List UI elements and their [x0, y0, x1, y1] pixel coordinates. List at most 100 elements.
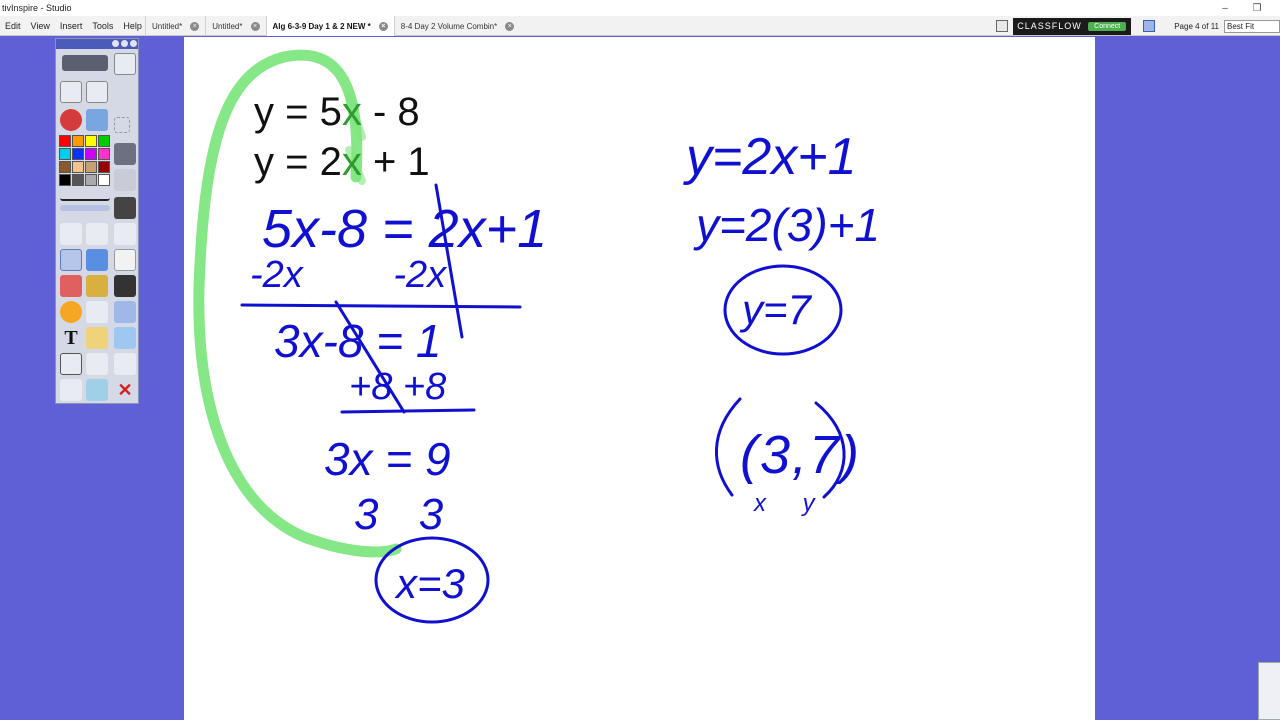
width-slider[interactable]: [60, 205, 110, 211]
share-icon[interactable]: [62, 55, 108, 71]
tab-label: 8-4 Day 2 Volume Combin*: [400, 21, 498, 31]
text-tool-icon[interactable]: T: [60, 327, 82, 349]
clipboard-icon[interactable]: [114, 327, 136, 349]
color-darkred-swatch[interactable]: [98, 161, 110, 173]
pen-width-selector[interactable]: [60, 193, 110, 201]
connect-button[interactable]: Connect: [1088, 21, 1127, 31]
eq1-right: - 8: [361, 90, 420, 134]
flipchart-icon[interactable]: [60, 81, 82, 103]
undo-icon[interactable]: [86, 353, 108, 375]
flipchart-page[interactable]: 5x-8 = 2x+1 -2x -2x 3x-8 = 1 +8 +8 3x = …: [184, 37, 1095, 720]
color-white-swatch[interactable]: [98, 174, 110, 186]
next-page-icon[interactable]: [86, 379, 108, 401]
screen-annotate-icon[interactable]: [86, 109, 108, 131]
close-icon[interactable]: ×: [190, 21, 200, 31]
hw-step-7: y=2x+1: [683, 128, 857, 186]
minimize-button[interactable]: –: [1210, 0, 1240, 16]
color-darkgray-swatch[interactable]: [72, 174, 84, 186]
color-green-swatch[interactable]: [98, 135, 110, 147]
hw-step-6: 3 3: [354, 490, 444, 539]
document-tabs: Untitled* × Untitled* × Alg 6-3-9 Day 1 …: [145, 16, 520, 36]
select-box-icon[interactable]: [114, 117, 130, 133]
page-icon[interactable]: [114, 249, 136, 271]
typed-equation-2[interactable]: y = 2x + 1: [254, 142, 430, 182]
close-icon[interactable]: ×: [378, 21, 388, 31]
tab-label: Alg 6-3-9 Day 1 & 2 NEW *: [272, 21, 371, 31]
divider-line-2: [340, 408, 476, 414]
close-icon[interactable]: ×: [250, 21, 260, 31]
eq2-variable: x: [341, 140, 362, 184]
color-yellow-swatch[interactable]: [85, 135, 97, 147]
scissors-icon[interactable]: [114, 223, 136, 245]
page-browser-icon[interactable]: [1143, 20, 1156, 32]
color-purple-swatch[interactable]: [85, 148, 97, 160]
right-toolbar: CLASSFLOW Connect Page 4 of 11 Best Fit: [996, 16, 1280, 36]
delete-icon[interactable]: ✕: [114, 379, 136, 401]
hw-step-1: 5x-8 = 2x+1: [262, 199, 547, 259]
hw-ordered-pair: (3,7): [740, 425, 861, 485]
typed-equation-1[interactable]: y = 5x - 8: [254, 92, 420, 132]
tab-volume-combin[interactable]: 8-4 Day 2 Volume Combin* ×: [393, 16, 521, 36]
camera-icon[interactable]: [114, 197, 136, 219]
restore-button[interactable]: ❐: [1242, 0, 1272, 16]
magic-ink-icon[interactable]: [86, 223, 108, 245]
eq1-variable: x: [341, 90, 362, 134]
toolbox-min-icon[interactable]: [112, 40, 119, 47]
close-icon[interactable]: ×: [505, 21, 515, 31]
eraser-icon[interactable]: [60, 275, 82, 297]
highlighter-icon[interactable]: [86, 249, 108, 271]
color-tan-swatch[interactable]: [72, 161, 84, 173]
connector-icon[interactable]: [86, 301, 108, 323]
tab-untitled-1[interactable]: Untitled* ×: [145, 16, 205, 36]
trash-icon[interactable]: [1258, 662, 1280, 720]
color-cyan-swatch[interactable]: [59, 148, 71, 160]
main-menu: Edit View Insert Tools Help: [0, 16, 147, 36]
menu-help[interactable]: Help: [118, 21, 147, 31]
menu-tools[interactable]: Tools: [87, 21, 118, 31]
tab-alg-day-1-2[interactable]: Alg 6-3-9 Day 1 & 2 NEW * ×: [265, 16, 394, 36]
toolbox-close-icon[interactable]: [121, 40, 128, 47]
eq2-left: y = 2: [254, 140, 342, 184]
color-blue-swatch[interactable]: [72, 148, 84, 160]
pen-mode-icon[interactable]: [60, 109, 82, 131]
color-red-swatch[interactable]: [59, 135, 71, 147]
screen-shade-icon[interactable]: [60, 353, 82, 375]
hw-step-5: 3x = 9: [324, 433, 451, 485]
print-icon[interactable]: [114, 143, 136, 165]
layers-icon[interactable]: [114, 169, 136, 191]
tab-untitled-2[interactable]: Untitled* ×: [205, 16, 265, 36]
classflow-panel: CLASSFLOW Connect: [1013, 17, 1132, 35]
color-pink-swatch[interactable]: [98, 148, 110, 160]
zoom-select[interactable]: Best Fit: [1224, 19, 1280, 33]
menu-view[interactable]: View: [26, 21, 55, 31]
shape-icon[interactable]: [60, 301, 82, 323]
previous-page-icon[interactable]: [60, 379, 82, 401]
main-toolbox: T ✕: [55, 38, 139, 404]
divider-line-1: [240, 303, 522, 309]
hw-pair-labels: x y: [753, 490, 817, 517]
fill-icon[interactable]: [86, 275, 108, 297]
hw-answer-x: x=3: [394, 560, 465, 607]
color-brown-swatch[interactable]: [59, 161, 71, 173]
pen-tool-icon[interactable]: [60, 249, 82, 271]
classflow-brand: CLASSFLOW: [1017, 21, 1082, 31]
record-icon[interactable]: [114, 275, 136, 297]
toolbox-header[interactable]: [56, 39, 138, 49]
zoom-page-icon[interactable]: [114, 353, 136, 375]
select-arrow-icon[interactable]: [60, 223, 82, 245]
color-orange-swatch[interactable]: [72, 135, 84, 147]
user-profile-icon[interactable]: [114, 53, 136, 75]
handwriting-icon[interactable]: [86, 327, 108, 349]
toolbox-settings-icon[interactable]: [130, 40, 137, 47]
menu-edit[interactable]: Edit: [0, 21, 26, 31]
resource-browser-icon[interactable]: [996, 20, 1009, 32]
color-beige-swatch[interactable]: [85, 161, 97, 173]
menu-insert[interactable]: Insert: [55, 21, 88, 31]
tab-label: Untitled*: [152, 21, 183, 31]
browser-icon[interactable]: [86, 81, 108, 103]
color-gray-swatch[interactable]: [85, 174, 97, 186]
title-bar: tivInspire - Studio – ❐: [0, 0, 1280, 16]
stamp-icon[interactable]: [114, 301, 136, 323]
color-black-swatch[interactable]: [59, 174, 71, 186]
hw-step-4: +8 +8: [349, 366, 446, 408]
